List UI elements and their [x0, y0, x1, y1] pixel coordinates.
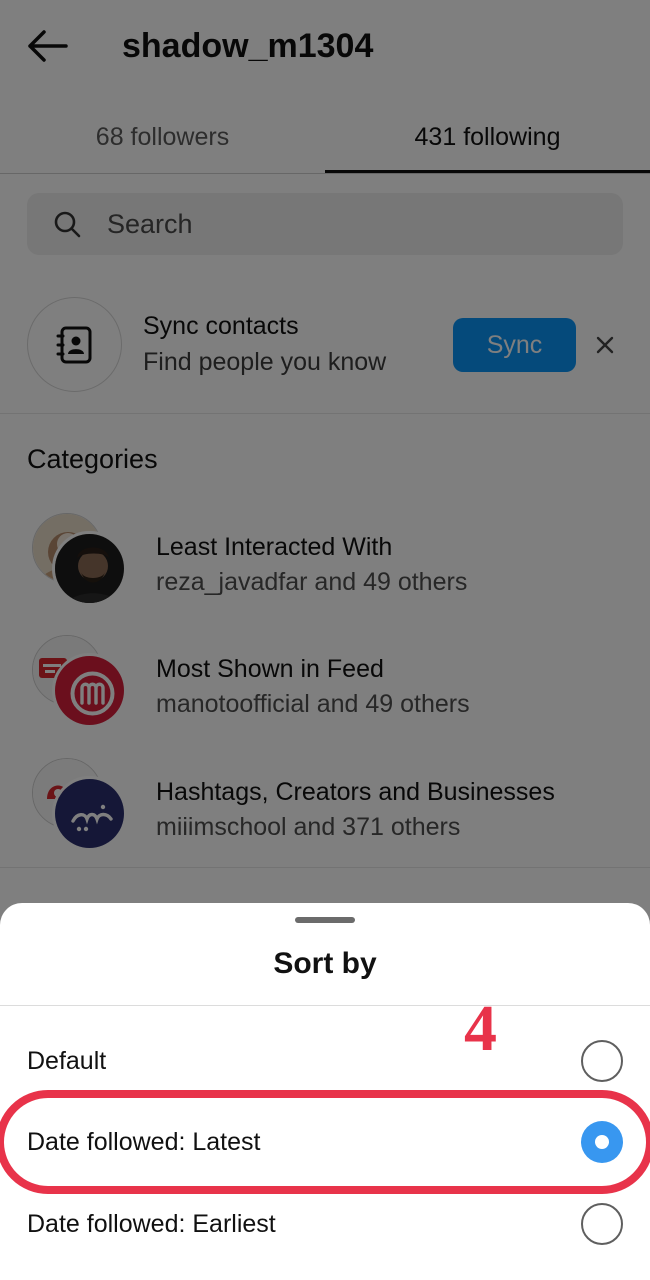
radio-dot — [595, 1135, 609, 1149]
sort-option-date-earliest[interactable]: Date followed: Earliest — [0, 1184, 650, 1264]
sheet-divider — [0, 1005, 650, 1006]
radio-unselected[interactable] — [581, 1040, 623, 1082]
radio-selected[interactable] — [581, 1121, 623, 1163]
following-screen: shadow_m1304 68 followers 431 following … — [0, 0, 650, 1280]
sort-option-label: Default — [27, 1047, 107, 1075]
sheet-drag-handle[interactable] — [295, 917, 355, 923]
sort-option-default[interactable]: Default — [0, 1021, 650, 1101]
annotation-step-number: 4 — [464, 992, 497, 1065]
sort-option-label: Date followed: Earliest — [27, 1210, 276, 1238]
sort-bottom-sheet: Sort by Default Date followed: Latest Da… — [0, 903, 650, 1280]
sort-option-label: Date followed: Latest — [27, 1128, 261, 1156]
radio-unselected[interactable] — [581, 1203, 623, 1245]
sheet-title: Sort by — [273, 947, 377, 980]
sort-option-date-latest[interactable]: Date followed: Latest — [0, 1102, 650, 1182]
